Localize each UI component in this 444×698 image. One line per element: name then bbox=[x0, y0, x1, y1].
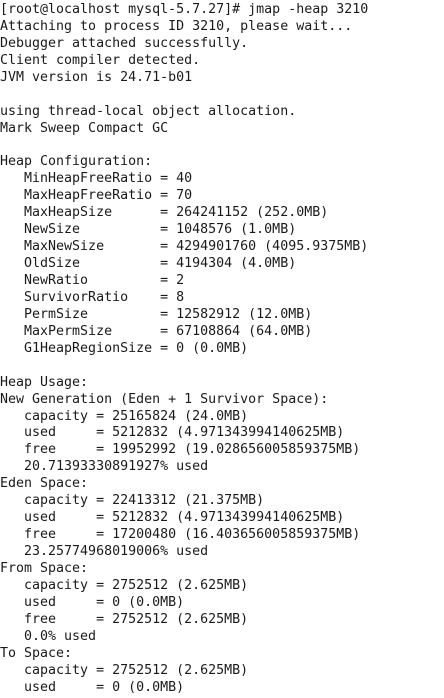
terminal-section-heap-usage: Heap Usage: bbox=[0, 374, 89, 390]
terminal-line: OldSize = 4194304 (4.0MB) bbox=[0, 256, 297, 272]
terminal-line: used = 0 (0.0MB) bbox=[0, 679, 185, 695]
terminal-line: capacity = 22413312 (21.375MB) bbox=[0, 493, 265, 509]
terminal-line: 20.71393330891927% used bbox=[0, 459, 209, 475]
terminal-line: free = 19952992 (19.028656005859375MB) bbox=[0, 442, 361, 458]
terminal-line: NewRatio = 2 bbox=[0, 273, 185, 288]
terminal-output[interactable]: [root@localhost mysql-5.7.27]# jmap -hea… bbox=[0, 2, 444, 698]
terminal-line: free = 2752512 (2.625MB) bbox=[0, 611, 249, 627]
terminal-line: used = 0 (0.0MB) bbox=[0, 594, 185, 610]
terminal-line: From Space: bbox=[0, 560, 89, 576]
terminal-line: To Space: bbox=[0, 645, 73, 661]
terminal-line: MaxPermSize = 67108864 (64.0MB) bbox=[0, 323, 313, 339]
terminal-line: used = 5212832 (4.971343994140625MB) bbox=[0, 510, 345, 526]
terminal-line: New Generation (Eden + 1 Survivor Space)… bbox=[0, 391, 329, 407]
terminal-line: JVM version is 24.71-b01 bbox=[0, 69, 193, 85]
terminal-line: free = 17200480 (16.403656005859375MB) bbox=[0, 527, 361, 543]
terminal-line: Eden Space: bbox=[0, 476, 89, 492]
terminal-section-heap-configuration: Heap Configuration: bbox=[0, 154, 153, 170]
terminal-line: 23.25774968019006% used bbox=[0, 544, 209, 559]
terminal-line: Debugger attached successfully. bbox=[0, 35, 249, 51]
terminal-line: Client compiler detected. bbox=[0, 52, 201, 68]
terminal-line: MaxHeapSize = 264241152 (252.0MB) bbox=[0, 205, 329, 221]
terminal-line: PermSize = 12582912 (12.0MB) bbox=[0, 306, 313, 322]
terminal-line: SurvivorRatio = 8 bbox=[0, 289, 185, 305]
terminal-line: capacity = 2752512 (2.625MB) bbox=[0, 577, 249, 593]
terminal-line: capacity = 2752512 (2.625MB) bbox=[0, 662, 249, 678]
terminal-line: MaxNewSize = 4294901760 (4095.9375MB) bbox=[0, 239, 369, 255]
terminal-line: Attaching to process ID 3210, please wai… bbox=[0, 18, 353, 34]
terminal-line: 0.0% used bbox=[0, 628, 97, 644]
terminal-line-command: [root@localhost mysql-5.7.27]# jmap -hea… bbox=[0, 2, 369, 17]
terminal-line: MaxHeapFreeRatio = 70 bbox=[0, 188, 193, 204]
terminal-line: using thread-local object allocation. bbox=[0, 103, 297, 119]
terminal-line: capacity = 25165824 (24.0MB) bbox=[0, 408, 249, 424]
terminal-line: used = 5212832 (4.971343994140625MB) bbox=[0, 425, 345, 441]
terminal-line: MinHeapFreeRatio = 40 bbox=[0, 171, 193, 187]
terminal-line: NewSize = 1048576 (1.0MB) bbox=[0, 222, 297, 238]
terminal-line: Mark Sweep Compact GC bbox=[0, 120, 169, 136]
terminal-line: G1HeapRegionSize = 0 (0.0MB) bbox=[0, 340, 249, 356]
